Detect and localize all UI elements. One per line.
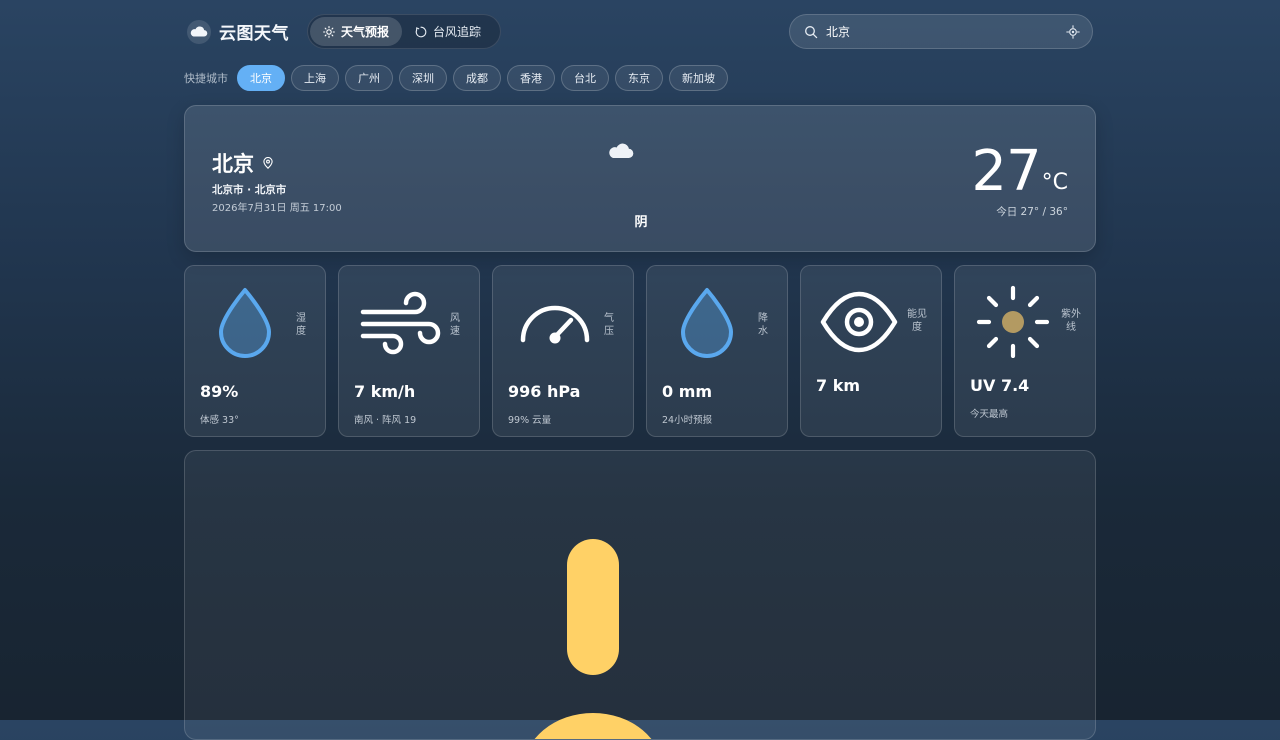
top-bar: 云图天气 天气预报 台风追踪	[0, 0, 1280, 64]
metric-pressure-value: 996 hPa	[508, 382, 581, 401]
droplet-icon	[219, 288, 271, 358]
metric-precip-sub: 24小时预报	[662, 415, 713, 426]
sun-icon	[323, 25, 335, 38]
metric-humidity-value: 89%	[200, 382, 239, 401]
metric-uv-label: 紫外线	[1061, 309, 1081, 333]
tab-typhoon[interactable]: 台风追踪	[402, 17, 494, 46]
locate-icon[interactable]	[1066, 24, 1080, 39]
metric-wind-card[interactable]: 风速 7 km/h 南风 · 阵风 19	[338, 265, 480, 437]
city-chip-shanghai[interactable]: 上海	[291, 64, 339, 91]
metric-pressure-card[interactable]: 气压 996 hPa 99% 云量	[492, 265, 634, 437]
metric-wind-value: 7 km/h	[354, 382, 416, 401]
search-box	[789, 14, 1093, 49]
city-chip-chengdu[interactable]: 成都	[453, 64, 501, 91]
search-icon	[805, 25, 818, 38]
sun-icon	[534, 539, 652, 739]
temperature-value: 27	[971, 139, 1041, 204]
view-tabs: 天气预报 台风追踪	[307, 14, 501, 49]
city-name: 北京	[212, 152, 254, 176]
eye-icon	[820, 291, 898, 353]
metric-humidity-card[interactable]: 湿度 89% 体感 33°	[184, 265, 326, 437]
temperature: 27 °C	[971, 142, 1068, 202]
city-chip-shenzhen[interactable]: 深圳	[399, 64, 447, 91]
brand[interactable]: 云图天气	[187, 19, 289, 44]
search-input[interactable]	[826, 24, 1058, 39]
metric-wind-sub: 南风 · 阵风 19	[354, 415, 417, 426]
metric-visibility-label: 能见度	[907, 309, 927, 333]
metrics-row: 湿度 89% 体感 33° 风速 7 km/h 南风 · 阵风 19 气压 99…	[184, 265, 1096, 437]
tab-typhoon-label: 台风追踪	[433, 25, 482, 39]
metric-humidity-label: 湿度	[296, 313, 306, 337]
region-text: 北京市 · 北京市	[212, 184, 287, 196]
cloud-icon	[609, 143, 634, 159]
metric-uv-card[interactable]: 紫外线 UV 7.4 今天最高	[954, 265, 1096, 437]
city-chip-beijing[interactable]: 北京	[237, 64, 285, 91]
metric-visibility-value: 7 km	[816, 376, 861, 395]
metric-visibility-card[interactable]: 能见度 7 km	[800, 265, 942, 437]
cloud-icon	[187, 19, 211, 44]
temperature-unit: °C	[1041, 170, 1068, 195]
app-name: 云图天气	[219, 24, 289, 44]
city-row: 北京	[212, 148, 274, 178]
metric-precip-label: 降水	[758, 313, 768, 337]
location-pin-icon	[263, 157, 273, 169]
current-weather-card: 北京 北京市 · 北京市 2026年7月31日 周五 17:00 阴 27 °C…	[184, 105, 1096, 252]
metric-uv-value: UV 7.4	[970, 376, 1030, 395]
metric-pressure-label: 气压	[604, 313, 614, 337]
temperature-range: 今日 27° / 36°	[996, 206, 1068, 218]
tab-forecast-label: 天气预报	[341, 25, 390, 39]
wind-icon	[360, 291, 441, 355]
city-chip-hongkong[interactable]: 香港	[507, 64, 555, 91]
city-chip-tokyo[interactable]: 东京	[615, 64, 663, 91]
tab-forecast[interactable]: 天气预报	[310, 17, 403, 46]
metric-pressure-sub: 99% 云量	[508, 415, 552, 426]
gauge-icon	[520, 305, 590, 344]
city-chip-taipei[interactable]: 台北	[561, 64, 609, 91]
quick-cities: 快捷城市 北京 上海 广州 深圳 成都 香港 台北 东京 新加坡	[184, 64, 728, 91]
droplet-icon	[681, 288, 733, 358]
typhoon-icon	[415, 26, 427, 37]
metric-wind-label: 风速	[450, 313, 460, 337]
city-chip-singapore[interactable]: 新加坡	[669, 64, 728, 91]
metric-humidity-sub: 体感 33°	[200, 415, 239, 426]
metric-precip-value: 0 mm	[662, 382, 713, 401]
condition-text: 阴	[634, 215, 648, 230]
metric-uv-sub: 今天最高	[970, 409, 1009, 420]
quick-cities-label: 快捷城市	[184, 71, 228, 85]
metric-precip-card[interactable]: 降水 0 mm 24小时预报	[646, 265, 788, 437]
hourly-panel	[184, 450, 1096, 740]
city-chip-guangzhou[interactable]: 广州	[345, 64, 393, 91]
sun-icon	[976, 285, 1050, 358]
